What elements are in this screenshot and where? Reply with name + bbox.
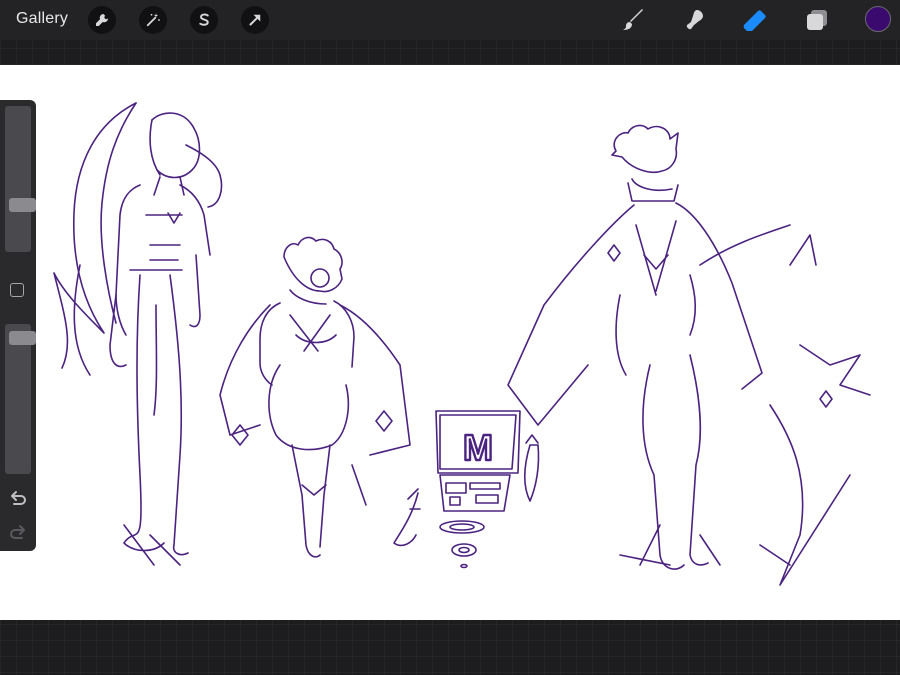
layers-button[interactable] xyxy=(802,5,832,35)
eraser-tool-button[interactable] xyxy=(740,5,770,35)
adjustments-button[interactable] xyxy=(139,6,167,34)
wrench-icon xyxy=(96,13,109,26)
brush-size-thumb[interactable] xyxy=(9,198,36,212)
monitor-letter: M xyxy=(463,427,493,468)
smudge-tool-button[interactable] xyxy=(679,5,709,35)
brush-size-slider[interactable] xyxy=(5,106,36,252)
color-swatch-button[interactable] xyxy=(865,6,891,32)
sketch-artwork: M xyxy=(53,102,871,586)
magic-wand-icon xyxy=(146,13,160,27)
undo-icon xyxy=(11,491,26,505)
gallery-button[interactable]: Gallery xyxy=(16,10,68,28)
selection-button[interactable] xyxy=(190,6,218,34)
smudge-icon xyxy=(686,10,703,30)
transform-arrow-icon xyxy=(249,14,261,26)
sketch-figure-caped xyxy=(507,124,871,586)
top-toolbar: Gallery xyxy=(0,0,900,40)
sketch-figure-tall-woman xyxy=(53,102,223,566)
selection-s-icon xyxy=(199,13,209,26)
modify-button[interactable] xyxy=(10,283,24,297)
layers-icon xyxy=(807,10,827,30)
sketch-figure-lizard xyxy=(219,236,411,558)
undo-button[interactable] xyxy=(8,490,28,508)
side-toolbar xyxy=(0,100,36,551)
opacity-thumb[interactable] xyxy=(9,331,36,345)
brush-icon xyxy=(623,9,643,30)
drawing-canvas[interactable]: M xyxy=(0,65,900,620)
transform-button[interactable] xyxy=(241,6,269,34)
redo-icon xyxy=(10,525,25,539)
eraser-icon xyxy=(743,10,766,31)
brush-tool-button[interactable] xyxy=(618,5,648,35)
actions-button[interactable] xyxy=(88,6,116,34)
redo-button[interactable] xyxy=(8,524,28,542)
opacity-slider[interactable] xyxy=(5,324,36,474)
